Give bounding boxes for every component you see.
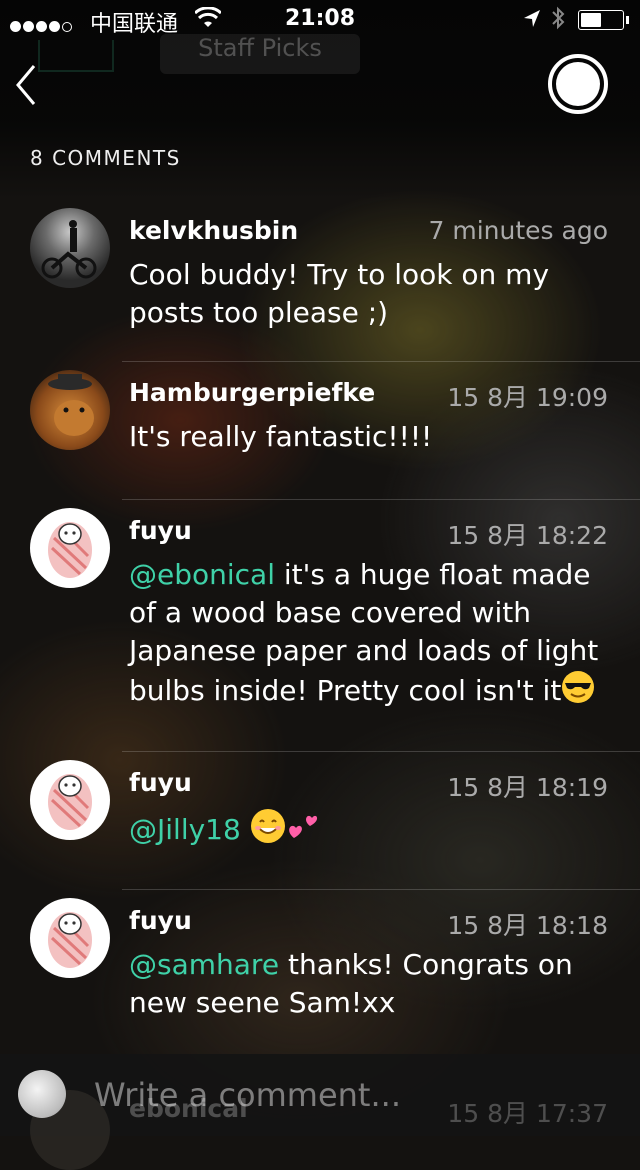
avatar[interactable] (30, 370, 110, 450)
mention-link[interactable]: @samhare (129, 948, 279, 981)
comments-list: kelvkhusbin 7 minutes ago Cool buddy! Tr… (0, 200, 640, 1054)
avatar[interactable] (30, 898, 110, 978)
comment-item: fuyu 15 8月 18:19 @Jilly18 (0, 752, 640, 890)
tab-staff-picks[interactable]: Staff Picks (160, 34, 360, 74)
mention-link[interactable]: @Jilly18 (129, 813, 241, 846)
smile-emoji-icon (250, 808, 286, 854)
comment-timestamp: 15 8月 18:18 (447, 911, 608, 940)
comment-text: Cool buddy! Try to look on my posts too … (129, 256, 615, 332)
ghost-thumbnail (38, 40, 114, 72)
comment-item: fuyu 15 8月 18:18 @samhare thanks! Congra… (0, 890, 640, 1054)
back-button[interactable] (14, 64, 40, 106)
comment-text: @Jilly18 (129, 808, 615, 854)
sunglasses-emoji-icon (561, 670, 595, 714)
comment-item: Hamburgerpiefke 15 8月 19:09 It's really … (0, 362, 640, 500)
comment-input[interactable] (92, 1072, 616, 1118)
location-arrow-icon (522, 9, 542, 35)
comment-composer: ebonical 15 8月 17:37 (0, 1054, 640, 1170)
comment-timestamp: 7 minutes ago (428, 216, 608, 245)
avatar[interactable] (30, 208, 110, 288)
bluetooth-icon (551, 5, 565, 36)
comment-timestamp: 15 8月 18:22 (447, 521, 608, 550)
comments-count: 8 COMMENTS (30, 146, 181, 170)
comment-item: kelvkhusbin 7 minutes ago Cool buddy! Tr… (0, 200, 640, 362)
comment-username[interactable]: fuyu (129, 768, 192, 797)
comment-message: Cool buddy! Try to look on my posts too … (129, 258, 550, 329)
comment-message (241, 813, 250, 846)
comment-timestamp: 15 8月 19:09 (447, 383, 608, 412)
two-hearts-emoji-icon (286, 808, 322, 854)
comment-username[interactable]: Hamburgerpiefke (129, 378, 375, 407)
comment-timestamp: 15 8月 18:19 (447, 773, 608, 802)
clock: 21:08 (284, 6, 356, 31)
comment-text: It's really fantastic!!!! (129, 418, 615, 456)
comment-message: It's really fantastic!!!! (129, 420, 433, 453)
current-user-avatar (18, 1070, 66, 1118)
comment-username[interactable]: kelvkhusbin (129, 216, 298, 245)
comment-username[interactable]: fuyu (129, 516, 192, 545)
comment-item: fuyu 15 8月 18:22 @ebonical it's a huge f… (0, 500, 640, 752)
comment-text: @ebonical it's a huge float made of a wo… (129, 556, 615, 714)
battery-icon (578, 10, 629, 30)
record-button[interactable] (548, 54, 608, 114)
avatar[interactable] (30, 508, 110, 588)
comment-text: @samhare thanks! Congrats on new seene S… (129, 946, 615, 1022)
comment-username[interactable]: fuyu (129, 906, 192, 935)
record-circle-icon (556, 62, 600, 106)
avatar[interactable] (30, 760, 110, 840)
mention-link[interactable]: @ebonical (129, 558, 275, 591)
